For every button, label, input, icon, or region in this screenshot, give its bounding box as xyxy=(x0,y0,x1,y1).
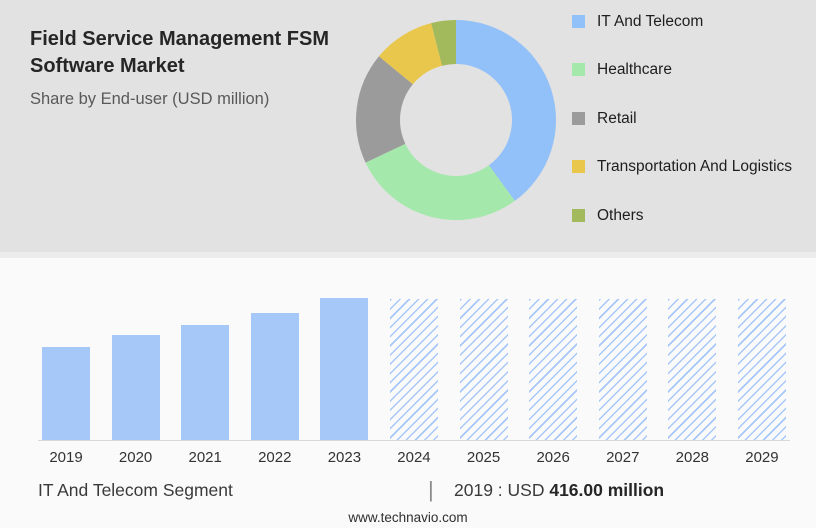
legend-swatch-healthcare xyxy=(572,63,585,76)
page-subtitle: Share by End-user (USD million) xyxy=(30,89,362,110)
bar-2021 xyxy=(181,325,229,440)
x-tick-2025: 2025 xyxy=(456,449,512,466)
legend-label-healthcare: Healthcare xyxy=(597,60,672,79)
x-tick-2027: 2027 xyxy=(595,449,651,466)
legend-swatch-transportation-and-logistics xyxy=(572,160,585,173)
x-tick-2023: 2023 xyxy=(316,449,372,466)
x-axis-labels: 2019 2020 2021 2022 2023 2024 2025 2026 2027 2028… xyxy=(38,449,790,466)
donut-chart xyxy=(353,17,559,223)
bar-column-2025 xyxy=(456,299,512,440)
donut-slice-healthcare xyxy=(366,144,515,220)
market-infographic: Field Service Management FSM Software Ma… xyxy=(0,0,816,528)
bar-column-2020 xyxy=(108,335,164,440)
legend-item-others: Others xyxy=(572,206,792,225)
donut-chart-svg xyxy=(353,17,559,223)
page-title: Field Service Management FSM Software Ma… xyxy=(30,26,362,80)
legend-label-retail: Retail xyxy=(597,109,637,128)
bar-column-2026 xyxy=(525,299,581,440)
donut-section: Field Service Management FSM Software Ma… xyxy=(0,0,816,252)
legend-swatch-it-and-telecom xyxy=(572,15,585,28)
footer-value-amount: 416.00 million xyxy=(549,480,664,500)
footer-value-prefix: 2019 : USD xyxy=(454,480,544,500)
bar-column-2024 xyxy=(386,299,442,440)
bar-2019 xyxy=(42,347,90,440)
legend-item-it-and-telecom: IT And Telecom xyxy=(572,12,792,31)
website-url: www.technavio.com xyxy=(0,510,816,525)
bar-2024 xyxy=(390,299,438,440)
bar-column-2019 xyxy=(38,347,94,440)
legend-label-it-and-telecom: IT And Telecom xyxy=(597,12,703,31)
bar-2020 xyxy=(112,335,160,440)
bar-column-2028 xyxy=(664,299,720,440)
bar-2028 xyxy=(668,299,716,440)
bar-chart xyxy=(38,298,790,440)
segment-label: IT And Telecom Segment xyxy=(38,480,233,501)
bar-2029 xyxy=(738,299,786,440)
bar-2022 xyxy=(251,313,299,440)
title-block: Field Service Management FSM Software Ma… xyxy=(30,26,362,110)
bar-column-2022 xyxy=(247,313,303,440)
x-tick-2019: 2019 xyxy=(38,449,94,466)
bar-2023 xyxy=(320,298,368,440)
x-tick-2020: 2020 xyxy=(108,449,164,466)
bar-column-2027 xyxy=(595,299,651,440)
legend-swatch-retail xyxy=(572,112,585,125)
bar-2025 xyxy=(460,299,508,440)
footer-row: IT And Telecom Segment | 2019 : USD 416.… xyxy=(0,480,816,506)
donut-slice-it-and-telecom xyxy=(456,20,556,201)
bar-2026 xyxy=(529,299,577,440)
bar-column-2023 xyxy=(316,298,372,440)
donut-legend: IT And Telecom Healthcare Retail Transpo… xyxy=(572,12,792,254)
legend-item-retail: Retail xyxy=(572,109,792,128)
x-axis-line xyxy=(38,440,790,441)
footer-divider: | xyxy=(428,477,434,503)
bar-chart-section: 2019 2020 2021 2022 2023 2024 2025 2026 2027 2028… xyxy=(0,258,816,528)
bar-column-2029 xyxy=(734,299,790,440)
x-tick-2024: 2024 xyxy=(386,449,442,466)
legend-item-transportation-and-logistics: Transportation And Logistics xyxy=(572,157,792,176)
x-tick-2029: 2029 xyxy=(734,449,790,466)
legend-item-healthcare: Healthcare xyxy=(572,60,792,79)
x-tick-2028: 2028 xyxy=(664,449,720,466)
legend-label-others: Others xyxy=(597,206,644,225)
legend-label-transportation-and-logistics: Transportation And Logistics xyxy=(597,157,792,176)
legend-swatch-others xyxy=(572,209,585,222)
bar-column-2021 xyxy=(177,325,233,440)
x-tick-2022: 2022 xyxy=(247,449,303,466)
bar-2027 xyxy=(599,299,647,440)
x-tick-2021: 2021 xyxy=(177,449,233,466)
footer-value: 2019 : USD 416.00 million xyxy=(454,480,664,501)
x-tick-2026: 2026 xyxy=(525,449,581,466)
